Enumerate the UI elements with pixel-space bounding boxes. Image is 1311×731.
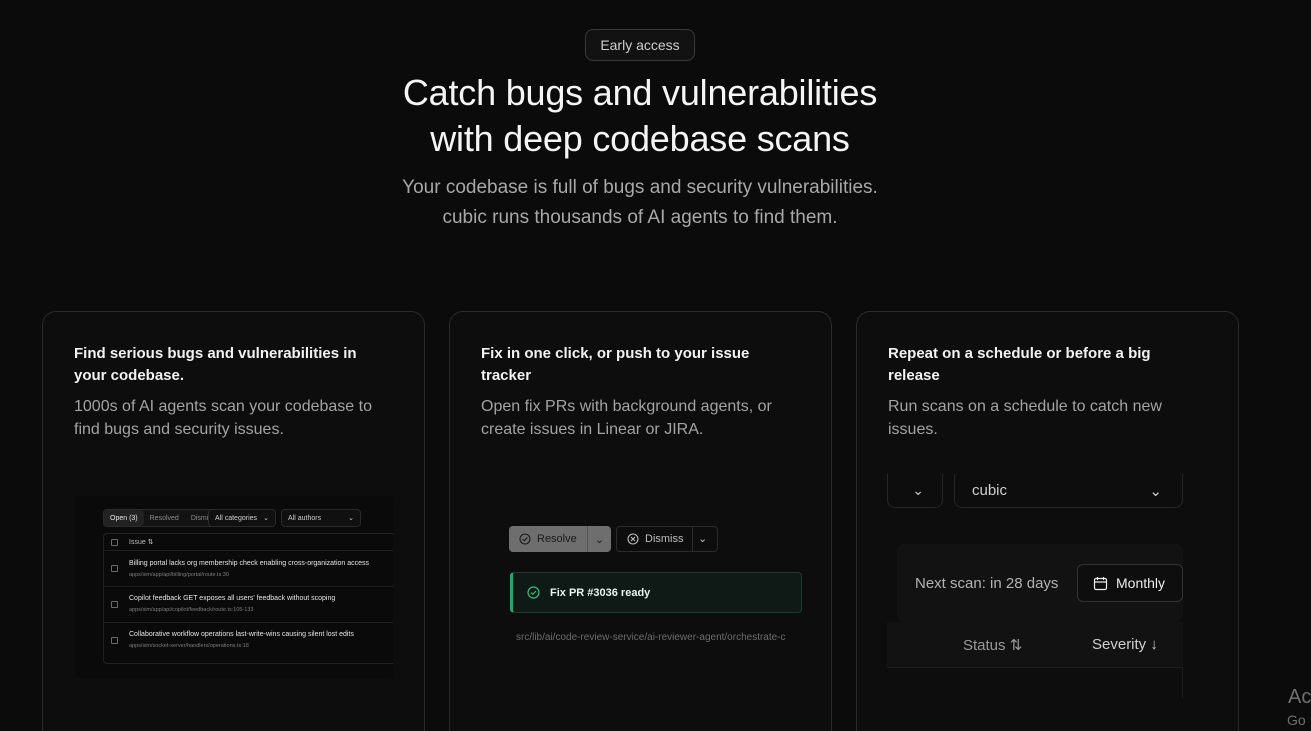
scan-table-header: Status ⇅ Severity ↓ [887,622,1183,668]
frequency-button[interactable]: Monthly [1077,564,1183,602]
card-title: Repeat on a schedule or before a big rel… [888,345,1151,384]
early-access-badge: Early access [585,29,695,61]
calendar-icon [1093,576,1108,590]
card-title: Fix in one click, or push to your issue … [481,345,750,384]
next-scan-text: Next scan: in 28 days [915,575,1059,592]
hero-title: Catch bugs and vulnerabilities with deep… [0,70,1280,162]
category-filter[interactable]: All categories ⌄ [208,509,276,527]
branch-select[interactable]: ⌄ [887,474,943,508]
table-row[interactable]: Copilot feedback GET exposes all users' … [104,587,393,623]
resolve-button[interactable]: Resolve [509,526,587,552]
category-filter-label: All categories [215,514,258,522]
schedule-panel: Next scan: in 28 days Monthly [897,544,1183,622]
card-description: 1000s of AI agents scan your codebase to… [74,398,372,438]
feature-card-schedule: Repeat on a schedule or before a big rel… [856,311,1239,731]
table-row[interactable]: Billing portal lacks org membership chec… [104,551,393,587]
issue-title: Collaborative workflow operations last-w… [129,631,354,638]
resolve-label: Resolve [537,533,577,545]
divider [692,527,693,551]
chevron-down-icon: ⌄ [263,515,269,522]
row-checkbox[interactable] [111,601,118,608]
check-circle-icon [519,533,531,545]
dismiss-button[interactable]: Dismiss ⌄ [616,526,718,552]
fix-pr-status[interactable]: Fix PR #3036 ready [510,572,802,613]
dismiss-label: Dismiss [645,533,684,545]
frequency-label: Monthly [1116,575,1166,591]
activation-watermark: Ac [1288,686,1311,708]
chevron-down-icon: ⌄ [348,515,354,522]
hero-subtitle-line-1: Your codebase is full of bugs and securi… [402,177,878,198]
row-checkbox[interactable] [111,565,118,572]
activation-watermark-sub: Go [1287,712,1306,728]
card-description: Open fix PRs with background agents, or … [481,398,772,438]
issue-path: apps/sim/app/api/copilot/feedback/route.… [129,607,254,613]
hero-title-line-1: Catch bugs and vulnerabilities [402,72,878,113]
row-checkbox[interactable] [111,637,118,644]
table-row[interactable]: Collaborative workflow operations last-w… [104,623,393,661]
resolve-options-button[interactable]: ⌄ [587,526,611,552]
fix-pr-label: Fix PR #3036 ready [550,586,651,599]
hero-subtitle: Your codebase is full of bugs and securi… [0,173,1280,233]
hero-subtitle-line-2: cubic runs thousands of AI agents to fin… [442,207,838,228]
tab-open[interactable]: Open (3) [104,510,144,526]
repo-select-value: cubic [972,482,1008,499]
tab-resolved[interactable]: Resolved [144,510,185,526]
chevron-down-icon[interactable]: ⌄ [698,532,707,545]
issue-title: Billing portal lacks org membership chec… [129,560,370,567]
author-filter-label: All authors [288,514,322,522]
author-filter[interactable]: All authors ⌄ [281,509,361,527]
issues-preview: Open (3) Resolved Dismissed All categori… [75,496,393,678]
issue-path: apps/sim/app/api/billing/portal/route.ts… [129,572,229,578]
issue-title: Copilot feedback GET exposes all users' … [129,595,336,602]
repo-select[interactable]: cubic ⌄ [954,474,1183,508]
issues-table: Issue ⇅ Billing portal lacks org members… [103,533,393,664]
card-description: Run scans on a schedule to catch new iss… [888,398,1162,438]
card-title: Find serious bugs and vulnerabilities in… [74,345,357,384]
hero-title-line-2: with deep codebase scans [430,118,850,159]
feature-card-scan: Find serious bugs and vulnerabilities in… [42,311,425,731]
issue-path: apps/sim/socket-server/handlers/operatio… [129,643,249,649]
x-circle-icon [627,533,639,545]
check-circle-icon [527,586,540,599]
table-header-row: Issue ⇅ [104,534,393,551]
file-path: src/lib/ai/code-review-service/ai-review… [516,632,786,643]
select-all-checkbox[interactable] [111,539,118,546]
feature-card-fix: Fix in one click, or push to your issue … [449,311,832,731]
chevron-down-icon: ⌄ [594,533,605,546]
scan-table-body [887,668,1183,698]
column-header-severity[interactable]: Severity ↓ [1092,636,1158,653]
column-header-status[interactable]: Status ⇅ [963,636,1022,654]
chevron-down-icon: ⌄ [1149,482,1162,500]
chevron-down-icon: ⌄ [912,482,924,498]
column-header-issue[interactable]: Issue ⇅ [129,538,154,546]
